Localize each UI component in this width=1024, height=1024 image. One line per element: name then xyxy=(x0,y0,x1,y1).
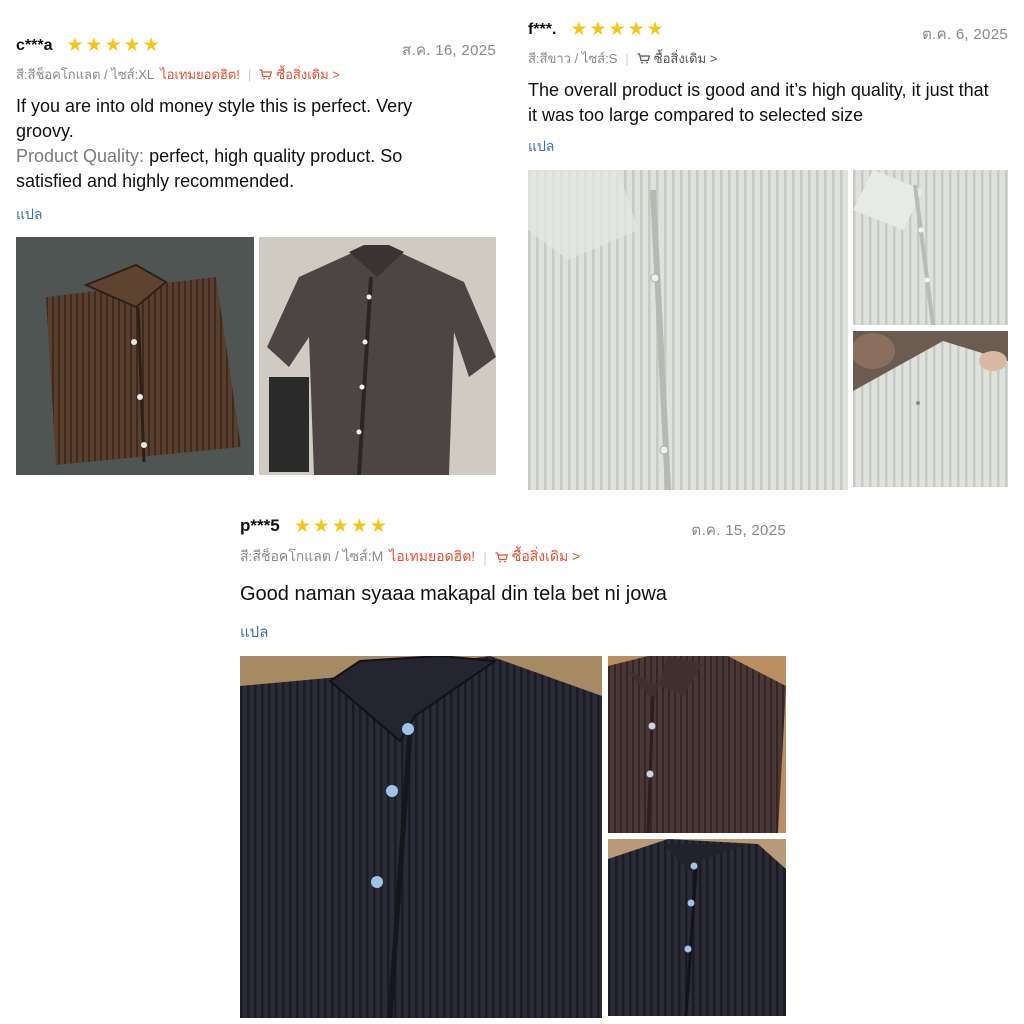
translate-link[interactable]: แปล xyxy=(528,136,555,158)
quality-label: Product Quality: xyxy=(16,146,145,166)
star-icon: ★ xyxy=(66,35,84,56)
buy-again-link[interactable]: ซื้อสิ่งเดิม > xyxy=(495,546,580,568)
cart-icon xyxy=(495,551,508,562)
star-icon: ★ xyxy=(293,515,311,537)
hot-item-badge: ไอเทมยอดฮิต! xyxy=(160,67,240,82)
star-icon: ★ xyxy=(123,35,141,56)
review-card: c***a ★ ★ ★ ★ ★ ส.ค. 16, 2025 สี:สีช็อคโ… xyxy=(16,30,496,476)
star-icon: ★ xyxy=(627,19,645,40)
review-meta: สี:สีขาว / ไซส์:S | ซื้อสิ่งเดิม > xyxy=(528,48,717,69)
cart-icon xyxy=(637,53,650,64)
quality-line: Product Quality: perfect, high quality p… xyxy=(16,144,456,194)
divider: | xyxy=(247,67,252,82)
review-meta: สี:สีช็อคโกแลต / ไซส์:XL ไอเทมยอดฮิต! | … xyxy=(16,64,340,85)
review-date: ต.ค. 6, 2025 xyxy=(922,26,1008,43)
reviewer-name: c***a xyxy=(16,36,53,54)
review-text: If you are into old money style this is … xyxy=(16,94,456,194)
hot-item-badge: ไอเทมยอดฮิต! xyxy=(389,548,476,564)
translate-link[interactable]: แปล xyxy=(16,204,43,226)
rating-stars: ★ ★ ★ ★ ★ xyxy=(294,517,389,536)
review-photo[interactable] xyxy=(259,237,496,475)
cart-icon xyxy=(259,69,273,80)
star-icon: ★ xyxy=(331,515,349,537)
review-header: c***a ★ ★ ★ ★ ★ xyxy=(16,36,162,55)
star-icon: ★ xyxy=(589,19,607,40)
variant-info: สี:สีขาว / ไซส์:S xyxy=(528,51,618,66)
star-icon: ★ xyxy=(104,35,122,56)
rating-stars: ★ ★ ★ ★ ★ xyxy=(66,36,161,55)
review-date: ส.ค. 16, 2025 xyxy=(402,42,496,59)
variant-info: สี:สีช็อคโกแลต / ไซส์:M xyxy=(240,548,384,564)
review-photo[interactable] xyxy=(853,331,1008,487)
rating-stars: ★ ★ ★ ★ ★ xyxy=(570,20,665,39)
review-body: If you are into old money style this is … xyxy=(16,96,413,141)
divider: | xyxy=(625,51,629,66)
review-card: p***5 ★ ★ ★ ★ ★ ต.ค. 15, 2025 สี:สีช็อคโ… xyxy=(240,510,786,1020)
buy-again-label: ซื้อสิ่งเดิม > xyxy=(276,67,340,82)
reviewer-name: f***. xyxy=(528,20,557,38)
review-photo[interactable] xyxy=(608,656,786,833)
star-icon: ★ xyxy=(350,515,368,537)
buy-again-link[interactable]: ซื้อสิ่งเดิม > xyxy=(637,48,718,69)
star-icon: ★ xyxy=(85,35,103,56)
star-icon: ★ xyxy=(608,19,626,40)
review-photo[interactable] xyxy=(528,170,848,490)
review-photo[interactable] xyxy=(853,170,1008,325)
review-photo[interactable] xyxy=(240,656,602,1018)
reviewer-name: p***5 xyxy=(240,516,280,535)
review-header: f***. ★ ★ ★ ★ ★ xyxy=(528,20,666,39)
review-date: ต.ค. 15, 2025 xyxy=(691,522,786,539)
star-icon: ★ xyxy=(369,515,387,537)
buy-again-label: ซื้อสิ่งเดิม > xyxy=(511,548,581,564)
review-card: f***. ★ ★ ★ ★ ★ ต.ค. 6, 2025 สี:สีขาว / … xyxy=(528,14,1008,490)
star-icon: ★ xyxy=(142,35,160,56)
review-photo[interactable] xyxy=(16,237,254,475)
review-body: The overall product is good and it’s hig… xyxy=(528,80,989,125)
review-meta: สี:สีช็อคโกแลต / ไซส์:M ไอเทมยอดฮิต! | ซ… xyxy=(240,546,580,568)
star-icon: ★ xyxy=(312,515,330,537)
translate-link[interactable]: แปล xyxy=(240,620,268,644)
review-header: p***5 ★ ★ ★ ★ ★ xyxy=(240,516,389,536)
buy-again-link[interactable]: ซื้อสิ่งเดิม > xyxy=(259,64,340,85)
star-icon: ★ xyxy=(570,19,588,40)
buy-again-label: ซื้อสิ่งเดิม > xyxy=(653,51,718,66)
divider: | xyxy=(483,549,487,565)
variant-info: สี:สีช็อคโกแลต / ไซส์:XL xyxy=(16,67,155,82)
review-body: Good naman syaaa makapal din tela bet ni… xyxy=(240,583,667,605)
review-photo[interactable] xyxy=(608,839,786,1016)
star-icon: ★ xyxy=(646,19,664,40)
